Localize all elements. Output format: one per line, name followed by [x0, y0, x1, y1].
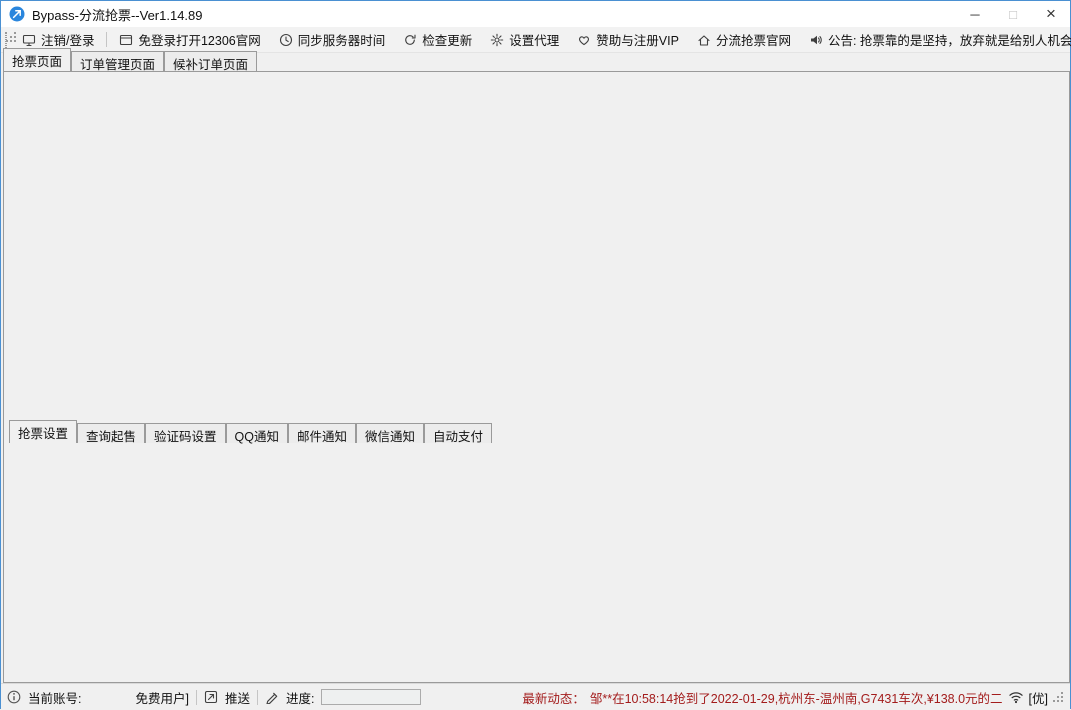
- separator: [195, 689, 197, 705]
- progress-bar: [321, 689, 422, 705]
- toolbar-item-5[interactable]: 赞助与注册VIP: [568, 27, 688, 52]
- push-label[interactable]: 推送: [225, 688, 250, 707]
- gear-icon: [490, 33, 504, 47]
- window-title: Bypass-分流抢票--Ver1.14.89: [32, 7, 203, 23]
- page-tab-1[interactable]: 订单管理页面: [71, 51, 165, 72]
- toolbar-items: 注销/登录 免登录打开12306官网 同步服务器时间 检查更新 设置代理 赞助与注册VIP…: [13, 27, 1071, 52]
- resize-grip[interactable]: [1053, 692, 1064, 703]
- app-icon: [9, 6, 25, 22]
- page-tab-0[interactable]: 抢票页面: [3, 48, 72, 71]
- browser-window-icon: [119, 33, 133, 47]
- settings-tab-0[interactable]: 抢票设置: [9, 420, 78, 443]
- toolbar-item-label: 注销/登录: [41, 34, 95, 48]
- toolbar-item-label: 免登录打开12306官网: [138, 34, 261, 48]
- page-tab-2[interactable]: 候补订单页面: [164, 51, 258, 72]
- toolbar-item-label: 公告: 抢票靠的是坚持，放弃就是给别人机会!: [827, 34, 1071, 48]
- toolbar-item-label: 设置代理: [509, 34, 560, 48]
- toolbar-item-2[interactable]: 同步服务器时间: [270, 27, 395, 52]
- title-bar: Bypass-分流抢票--Ver1.14.89 ─ □ ×: [1, 1, 1070, 27]
- account-label: 当前账号:: [28, 691, 82, 706]
- logout-login-icon: [22, 33, 36, 47]
- toolbar-item-3[interactable]: 检查更新: [394, 27, 481, 52]
- toolbar: 注销/登录 免登录打开12306官网 同步服务器时间 检查更新 设置代理 赞助与注册VIP…: [1, 27, 1071, 53]
- toolbar-item-4[interactable]: 设置代理: [481, 27, 568, 52]
- ticket-page: [3, 71, 1070, 683]
- toolbar-item-label: 赞助与注册VIP: [596, 34, 679, 48]
- clock-icon: [279, 33, 293, 47]
- bypass-window: { "colors": {"accent":"#0077d4","link":"…: [0, 0, 1071, 710]
- toolbar-item-1[interactable]: 免登录打开12306官网: [110, 27, 269, 52]
- window-controls: ─ □ ×: [956, 1, 1070, 27]
- signal-quality-tag: [优]: [1028, 691, 1048, 706]
- separator: [256, 689, 258, 705]
- page-tab-strip: 抢票页面 订单管理页面 候补订单页面: [3, 48, 258, 72]
- ticker-text: 邹**在10:58:14抢到了2022-01-29,杭州东-温州南,G7431车…: [589, 691, 1003, 706]
- ticker-label: 最新动态：: [522, 691, 585, 706]
- minimize-button[interactable]: ─: [956, 1, 994, 27]
- heart-icon: [577, 33, 591, 47]
- pencil-icon: [265, 690, 279, 704]
- info-icon: [7, 690, 21, 704]
- close-button[interactable]: ×: [1032, 1, 1070, 27]
- toolbar-grip[interactable]: [5, 31, 7, 48]
- settings-tab-strip: 抢票设置 查询起售 验证码设置 QQ通知 邮件通知 微信通知 自动支付: [9, 420, 493, 444]
- status-bar: 当前账号: 免费用户] 推送 进度: 最新动态： 邹**在10:58:14抢到了…: [1, 683, 1070, 710]
- toolbar-item-label: 同步服务器时间: [297, 34, 386, 48]
- toolbar-item-label: 检查更新: [422, 34, 473, 48]
- account-value: 免费用户]: [135, 691, 189, 706]
- speaker-icon: [809, 33, 823, 47]
- toolbar-separator: [106, 32, 108, 47]
- maximize-button[interactable]: □: [994, 1, 1032, 27]
- toolbar-item-label: 分流抢票官网: [715, 34, 791, 48]
- settings-tab-6[interactable]: 自动支付: [424, 423, 493, 444]
- settings-tab-3[interactable]: QQ通知: [225, 423, 288, 444]
- progress-label: 进度:: [285, 691, 315, 706]
- settings-tab-1[interactable]: 查询起售: [77, 423, 146, 444]
- home-icon: [697, 33, 711, 47]
- toolbar-item-6[interactable]: 分流抢票官网: [688, 27, 800, 52]
- wifi-icon: [1008, 690, 1024, 704]
- settings-tab-5[interactable]: 微信通知: [356, 423, 425, 444]
- toolbar-item-7[interactable]: 公告: 抢票靠的是坚持，放弃就是给别人机会!: [800, 27, 1071, 52]
- refresh-icon: [403, 33, 417, 47]
- status-bar-right: 最新动态： 邹**在10:58:14抢到了2022-01-29,杭州东-温州南,…: [522, 688, 1064, 707]
- status-bar-left: 当前账号: 免费用户] 推送 进度:: [7, 688, 422, 707]
- settings-tab-2[interactable]: 验证码设置: [145, 423, 226, 444]
- push-icon: [204, 690, 218, 704]
- settings-tab-4[interactable]: 邮件通知: [288, 423, 357, 444]
